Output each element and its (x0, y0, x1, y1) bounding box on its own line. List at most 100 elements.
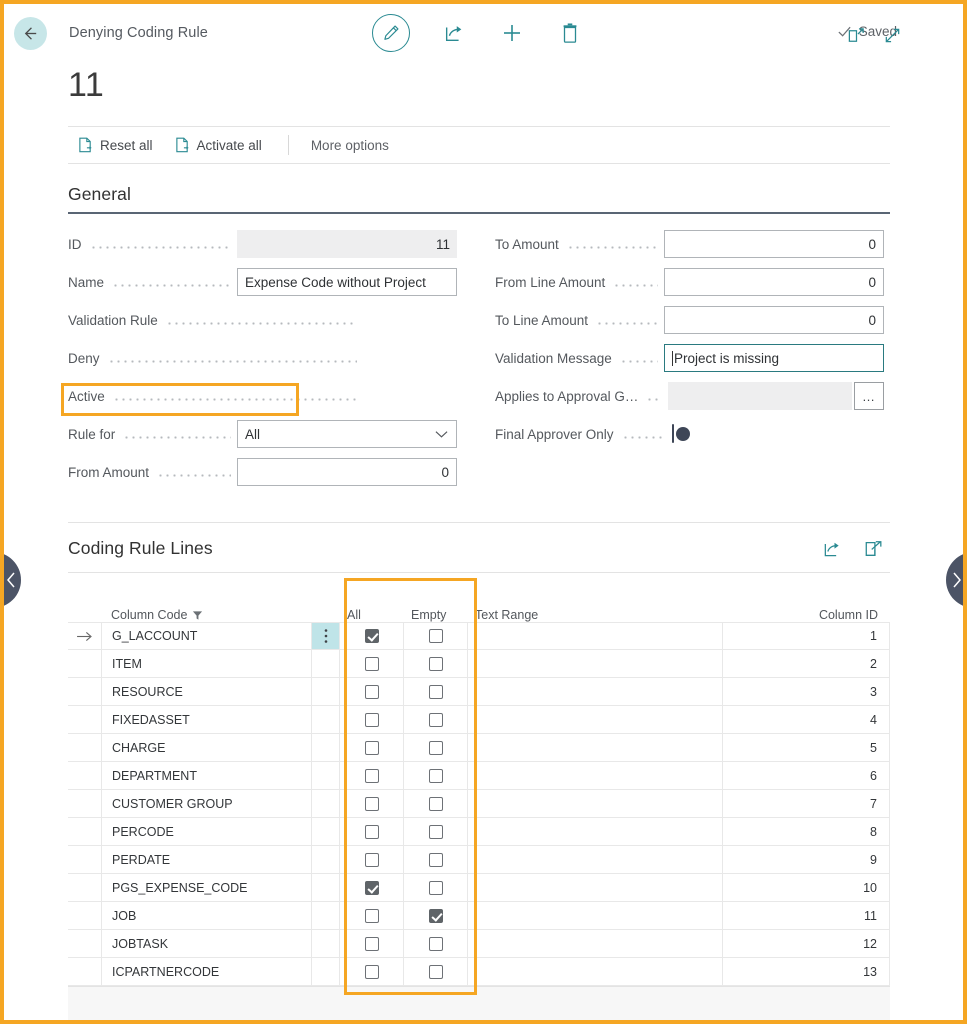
all-checkbox[interactable] (365, 909, 379, 923)
grid-header-empty[interactable]: Empty (403, 608, 467, 622)
cell-column-code[interactable]: ITEM (101, 650, 311, 677)
cell-column-id[interactable]: 11 (722, 902, 890, 929)
all-checkbox[interactable] (365, 629, 379, 643)
field-from-amount-input[interactable]: 0 (237, 458, 457, 486)
row-menu-button[interactable] (311, 818, 339, 845)
cell-empty-checkbox[interactable] (403, 706, 467, 733)
new-button[interactable] (498, 19, 526, 47)
row-menu-button[interactable] (311, 790, 339, 817)
field-name-input[interactable]: Expense Code without Project (237, 268, 457, 296)
row-menu-button[interactable] (311, 846, 339, 873)
empty-checkbox[interactable] (429, 909, 443, 923)
cell-column-id[interactable]: 13 (722, 958, 890, 985)
cell-text-range[interactable] (467, 650, 722, 677)
previous-record-button[interactable] (4, 552, 21, 608)
table-row[interactable]: PGS_EXPENSE_CODE10 (68, 874, 890, 902)
cell-column-code[interactable]: PERCODE (101, 818, 311, 845)
empty-checkbox[interactable] (429, 881, 443, 895)
final-approver-only-toggle[interactable] (672, 424, 674, 443)
cell-empty-checkbox[interactable] (403, 678, 467, 705)
cell-all-checkbox[interactable] (339, 874, 403, 901)
table-row[interactable]: G_LACCOUNT1 (68, 622, 890, 650)
cell-all-checkbox[interactable] (339, 650, 403, 677)
all-checkbox[interactable] (365, 937, 379, 951)
table-row[interactable]: ICPARTNERCODE13 (68, 958, 890, 986)
all-checkbox[interactable] (365, 741, 379, 755)
table-row[interactable]: CUSTOMER GROUP7 (68, 790, 890, 818)
empty-checkbox[interactable] (429, 657, 443, 671)
field-to-line-amount-input[interactable]: 0 (664, 306, 884, 334)
activate-all-button[interactable]: Activate all (165, 133, 274, 157)
empty-checkbox[interactable] (429, 685, 443, 699)
cell-text-range[interactable] (467, 706, 722, 733)
table-row[interactable]: PERDATE9 (68, 846, 890, 874)
lines-share-button[interactable] (822, 539, 842, 564)
empty-checkbox[interactable] (429, 965, 443, 979)
cell-all-checkbox[interactable] (339, 902, 403, 929)
row-menu-button[interactable] (311, 623, 339, 649)
row-menu-button[interactable] (311, 902, 339, 929)
cell-all-checkbox[interactable] (339, 790, 403, 817)
empty-checkbox[interactable] (429, 825, 443, 839)
cell-text-range[interactable] (467, 874, 722, 901)
all-checkbox[interactable] (365, 713, 379, 727)
row-menu-button[interactable] (311, 678, 339, 705)
all-checkbox[interactable] (365, 685, 379, 699)
grid-header-column-code[interactable]: Column Code (101, 608, 311, 622)
cell-empty-checkbox[interactable] (403, 734, 467, 761)
grid-header-all[interactable]: All (339, 608, 403, 622)
cell-text-range[interactable] (467, 818, 722, 845)
cell-column-code[interactable]: CUSTOMER GROUP (101, 790, 311, 817)
row-menu-button[interactable] (311, 762, 339, 789)
all-checkbox[interactable] (365, 769, 379, 783)
cell-column-id[interactable]: 4 (722, 706, 890, 733)
cell-empty-checkbox[interactable] (403, 846, 467, 873)
cell-empty-checkbox[interactable] (403, 930, 467, 957)
table-row[interactable]: FIXEDASSET 4 (68, 706, 890, 734)
cell-all-checkbox[interactable] (339, 734, 403, 761)
cell-column-id[interactable]: 9 (722, 846, 890, 873)
empty-checkbox[interactable] (429, 797, 443, 811)
row-menu-button[interactable] (311, 874, 339, 901)
all-checkbox[interactable] (365, 657, 379, 671)
empty-checkbox[interactable] (429, 741, 443, 755)
all-checkbox[interactable] (365, 825, 379, 839)
back-button[interactable] (14, 17, 47, 50)
cell-column-id[interactable]: 8 (722, 818, 890, 845)
cell-all-checkbox[interactable] (339, 958, 403, 985)
empty-checkbox[interactable] (429, 769, 443, 783)
cell-empty-checkbox[interactable] (403, 958, 467, 985)
fullscreen-button[interactable] (881, 24, 903, 46)
cell-column-id[interactable]: 5 (722, 734, 890, 761)
next-record-button[interactable] (946, 552, 963, 608)
cell-text-range[interactable] (467, 846, 722, 873)
cell-all-checkbox[interactable] (339, 706, 403, 733)
cell-text-range[interactable] (467, 762, 722, 789)
cell-text-range[interactable] (467, 734, 722, 761)
cell-empty-checkbox[interactable] (403, 818, 467, 845)
share-button[interactable] (440, 19, 468, 47)
cell-column-id[interactable]: 2 (722, 650, 890, 677)
cell-text-range[interactable] (467, 930, 722, 957)
lines-open-in-excel-button[interactable] (864, 539, 884, 564)
cell-empty-checkbox[interactable] (403, 874, 467, 901)
cell-all-checkbox[interactable] (339, 678, 403, 705)
more-options-button[interactable]: More options (303, 134, 397, 157)
field-rule-for-dropdown[interactable]: All (237, 420, 457, 448)
field-validation-message-input[interactable]: Project is missing (664, 344, 884, 372)
cell-column-code[interactable]: DEPARTMENT (101, 762, 311, 789)
cell-column-code[interactable]: CHARGE (101, 734, 311, 761)
cell-all-checkbox[interactable] (339, 762, 403, 789)
field-to-amount-input[interactable]: 0 (664, 230, 884, 258)
edit-button[interactable] (372, 14, 410, 52)
cell-column-id[interactable]: 3 (722, 678, 890, 705)
cell-column-code[interactable]: FIXEDASSET (101, 706, 311, 733)
grid-header-column-id[interactable]: Column ID (722, 608, 890, 622)
table-row[interactable]: JOB11 (68, 902, 890, 930)
row-menu-button[interactable] (311, 958, 339, 985)
cell-column-code[interactable]: G_LACCOUNT (101, 623, 311, 649)
table-row[interactable]: ITEM 2 (68, 650, 890, 678)
empty-checkbox[interactable] (429, 937, 443, 951)
reset-all-button[interactable]: Reset all (68, 133, 165, 157)
table-row[interactable]: CHARGE 5 (68, 734, 890, 762)
